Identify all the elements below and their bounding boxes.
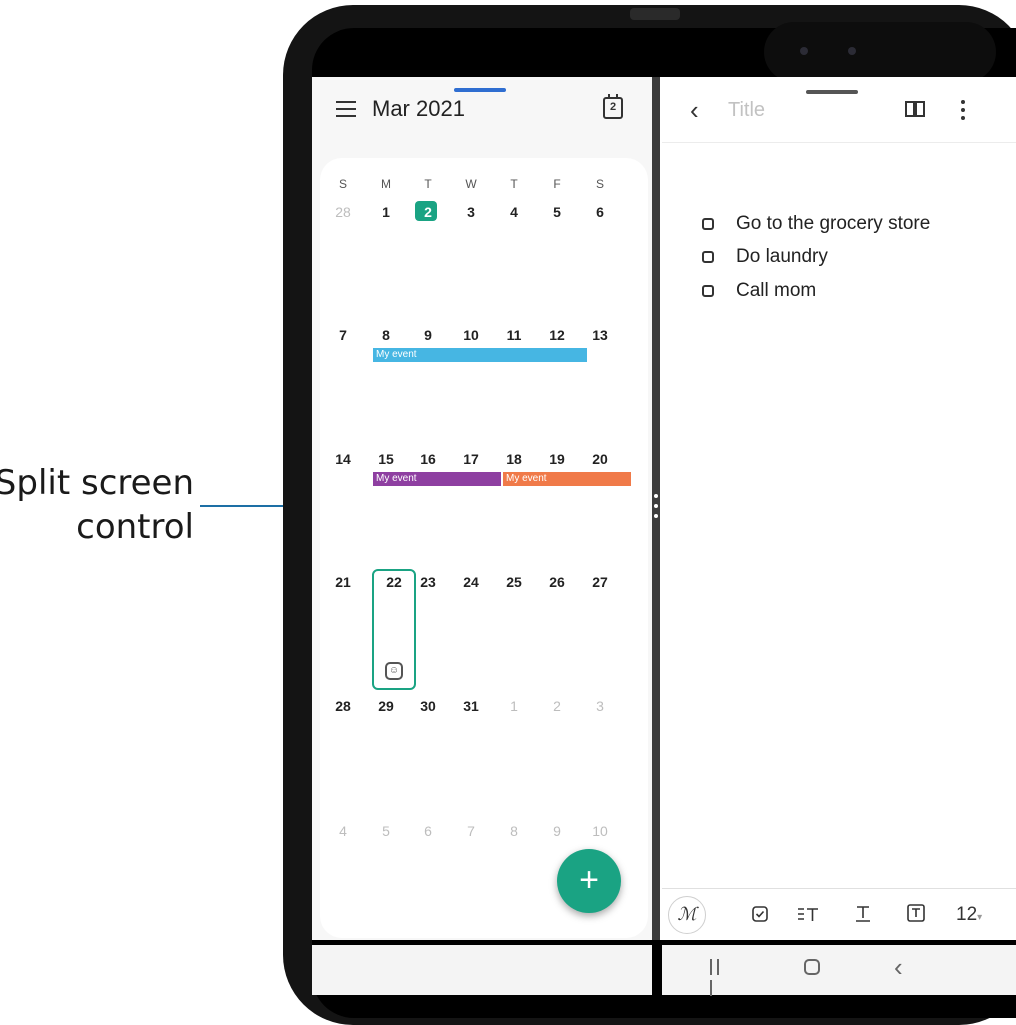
today-calendar-icon[interactable]: 2 bbox=[603, 94, 623, 119]
day-cell[interactable]: 10 bbox=[588, 823, 612, 839]
day-cell[interactable]: 27 bbox=[588, 574, 612, 590]
day-cell[interactable]: 13 bbox=[588, 327, 612, 343]
font-size-value: 12 bbox=[956, 904, 978, 925]
day-cell[interactable]: 4 bbox=[331, 823, 355, 839]
day-cell[interactable]: 3 bbox=[459, 204, 483, 220]
home-icon[interactable] bbox=[804, 959, 820, 975]
callout-line2: control bbox=[76, 507, 194, 547]
day-cell[interactable]: 7 bbox=[459, 823, 483, 839]
split-screen-control[interactable] bbox=[654, 494, 658, 524]
event-bar[interactable]: My event bbox=[373, 472, 501, 486]
callout-line1: Split screen bbox=[0, 463, 194, 503]
weekday-label: S bbox=[338, 177, 347, 191]
back-icon[interactable]: ‹ bbox=[894, 952, 903, 983]
window-handle-right[interactable] bbox=[806, 90, 858, 94]
weekday-label: F bbox=[553, 177, 561, 191]
day-cell[interactable]: 21 bbox=[331, 574, 355, 590]
day-cell[interactable]: 28 bbox=[331, 698, 355, 714]
handwriting-icon[interactable]: ℳ bbox=[668, 896, 706, 934]
day-cell[interactable]: 17 bbox=[459, 451, 483, 467]
chevron-left-icon[interactable]: ‹ bbox=[690, 97, 699, 123]
text-box-icon[interactable] bbox=[907, 904, 925, 922]
todo-text[interactable]: Go to the grocery store bbox=[736, 213, 930, 235]
day-cell[interactable]: 15 bbox=[374, 451, 398, 467]
event-bar[interactable]: My event bbox=[503, 472, 631, 486]
day-cell[interactable]: 12 bbox=[545, 327, 569, 343]
day-cell[interactable]: 10 bbox=[459, 327, 483, 343]
day-cell[interactable]: 2 bbox=[545, 698, 569, 714]
day-cell[interactable]: 6 bbox=[588, 204, 612, 220]
paragraph-style-icon[interactable] bbox=[797, 905, 819, 923]
camera-notch bbox=[764, 22, 996, 82]
weekday-label: W bbox=[465, 177, 477, 191]
recents-icon[interactable] bbox=[710, 959, 730, 996]
day-cell[interactable]: 4 bbox=[502, 204, 526, 220]
checkbox[interactable] bbox=[702, 218, 714, 230]
sticker-icon[interactable]: ☺ bbox=[385, 662, 403, 680]
text-style-icon[interactable] bbox=[855, 905, 871, 923]
day-cell[interactable]: 14 bbox=[331, 451, 355, 467]
month-grid bbox=[320, 158, 648, 938]
day-cell[interactable]: 5 bbox=[374, 823, 398, 839]
month-title[interactable]: Mar 2021 bbox=[372, 96, 465, 122]
day-cell[interactable]: 8 bbox=[502, 823, 526, 839]
day-cell[interactable]: 31 bbox=[459, 698, 483, 714]
left-nav-area bbox=[312, 945, 652, 995]
day-cell[interactable]: 6 bbox=[416, 823, 440, 839]
title-input[interactable]: Title bbox=[728, 99, 765, 122]
day-cell[interactable]: 11 bbox=[502, 327, 526, 343]
event-bar[interactable]: My event bbox=[373, 348, 587, 362]
header-divider bbox=[662, 142, 1016, 143]
todo-item: Call mom bbox=[702, 280, 816, 302]
day-cell[interactable]: 8 bbox=[374, 327, 398, 343]
hinge-top bbox=[630, 8, 680, 20]
day-cell[interactable]: 24 bbox=[459, 574, 483, 590]
day-cell[interactable]: 9 bbox=[545, 823, 569, 839]
font-size-selector[interactable]: 12▾ bbox=[956, 904, 982, 926]
weekday-label: M bbox=[381, 177, 391, 191]
day-cell[interactable]: 28 bbox=[331, 204, 355, 220]
day-cell[interactable]: 1 bbox=[374, 204, 398, 220]
day-cell[interactable]: 1 bbox=[502, 698, 526, 714]
todo-text[interactable]: Call mom bbox=[736, 280, 816, 302]
todo-item: Go to the grocery store bbox=[702, 213, 930, 235]
day-cell[interactable]: 9 bbox=[416, 327, 440, 343]
weekday-label: T bbox=[424, 177, 432, 191]
toolbar-divider bbox=[662, 888, 1016, 889]
day-cell[interactable]: 30 bbox=[416, 698, 440, 714]
day-cell[interactable]: 19 bbox=[545, 451, 569, 467]
add-event-button[interactable]: + bbox=[557, 849, 621, 913]
todo-text[interactable]: Do laundry bbox=[736, 246, 828, 268]
camera-icon bbox=[800, 47, 808, 55]
day-cell-today[interactable]: 2 bbox=[416, 204, 440, 220]
weekday-label: T bbox=[510, 177, 518, 191]
day-cell[interactable]: 29 bbox=[374, 698, 398, 714]
day-cell[interactable]: 3 bbox=[588, 698, 612, 714]
book-icon[interactable] bbox=[905, 101, 925, 117]
day-cell[interactable]: 20 bbox=[588, 451, 612, 467]
notes-app bbox=[660, 77, 1016, 940]
day-cell[interactable]: 25 bbox=[502, 574, 526, 590]
day-cell[interactable]: 23 bbox=[416, 574, 440, 590]
day-cell[interactable]: 18 bbox=[502, 451, 526, 467]
more-options-icon[interactable] bbox=[961, 100, 965, 120]
checklist-icon[interactable] bbox=[752, 906, 768, 922]
dropdown-arrow-icon: ▾ bbox=[977, 912, 983, 923]
day-cell[interactable]: 26 bbox=[545, 574, 569, 590]
day-cell-selected[interactable]: 22 bbox=[382, 574, 406, 590]
menu-icon[interactable] bbox=[336, 101, 356, 117]
window-handle-left[interactable] bbox=[454, 88, 506, 92]
day-cell[interactable]: 16 bbox=[416, 451, 440, 467]
weekday-label: S bbox=[595, 177, 604, 191]
day-cell[interactable]: 7 bbox=[331, 327, 355, 343]
checkbox[interactable] bbox=[702, 251, 714, 263]
camera-icon bbox=[848, 47, 856, 55]
day-cell[interactable]: 5 bbox=[545, 204, 569, 220]
todo-item: Do laundry bbox=[702, 246, 828, 268]
checkbox[interactable] bbox=[702, 285, 714, 297]
